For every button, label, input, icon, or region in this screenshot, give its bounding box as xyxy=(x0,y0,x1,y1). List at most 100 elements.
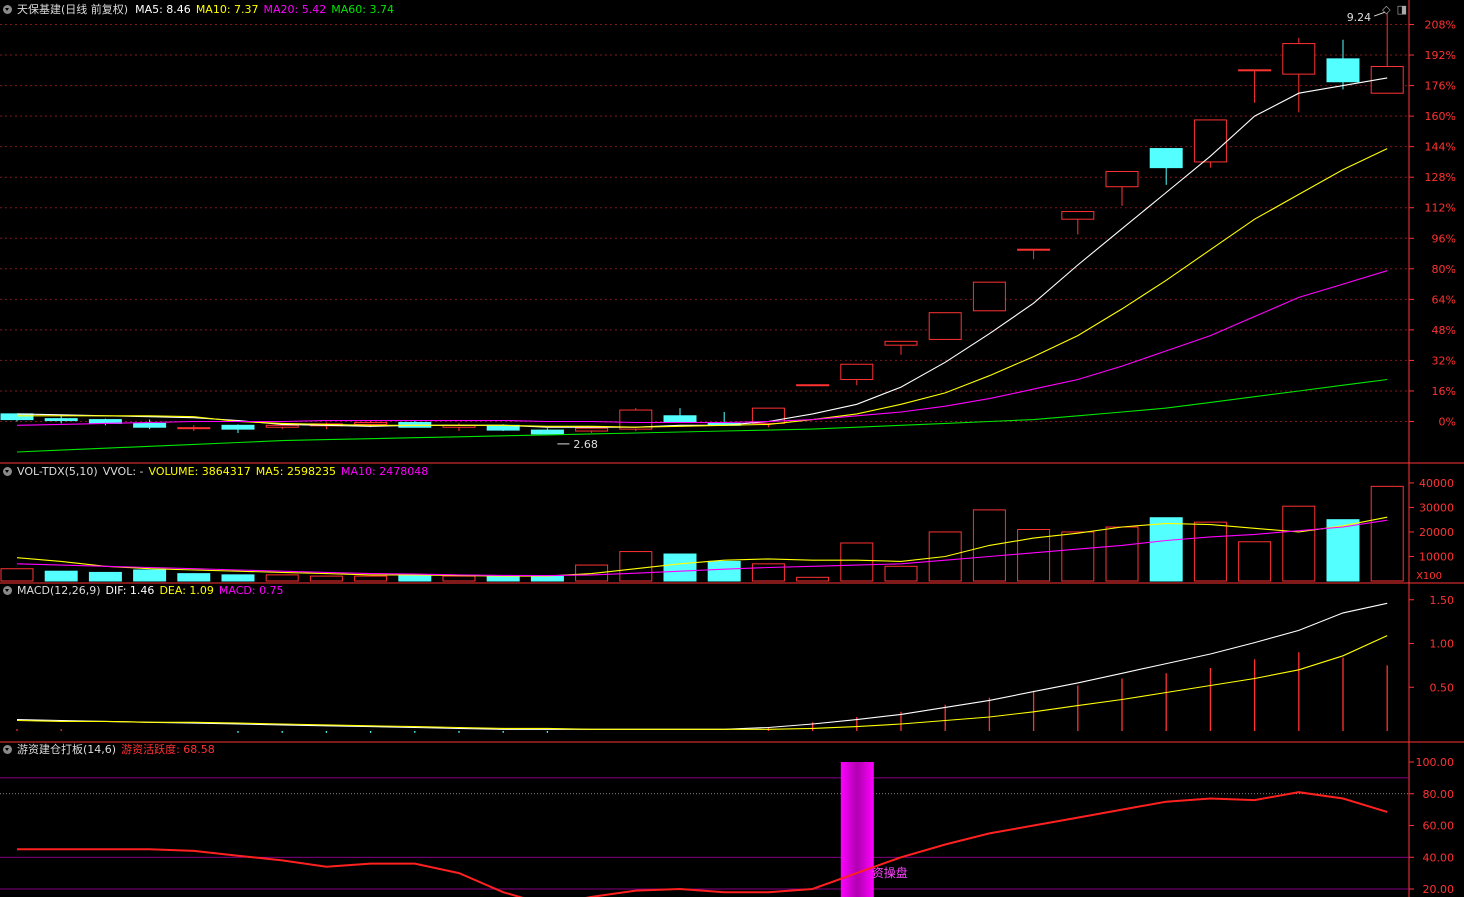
vol-unit-label: X100 xyxy=(1416,571,1442,582)
price-tick-label: 96% xyxy=(1432,232,1456,245)
price-tick-label: 64% xyxy=(1432,293,1456,306)
legend-ma60: MA60: 3.74 xyxy=(331,3,394,16)
candle-body xyxy=(354,421,388,425)
macd-value: MACD: 0.75 xyxy=(218,584,284,597)
volume-bar xyxy=(530,575,564,582)
price-tick-label: 0% xyxy=(1439,416,1456,429)
vol-volume: VOLUME: 3864317 xyxy=(148,465,251,478)
indicator-activity: 游资活跃度: 68.58 xyxy=(121,743,215,756)
indicator-tick-label: 20.00 xyxy=(1423,883,1455,896)
dea-line xyxy=(16,635,1388,730)
legend-ma20: MA20: 5.42 xyxy=(263,3,327,16)
candle-body xyxy=(1238,69,1272,72)
volume-bar xyxy=(309,575,343,582)
volume-bar xyxy=(1149,517,1183,582)
candle-body xyxy=(1326,58,1360,83)
price-tick-label: 80% xyxy=(1432,263,1456,276)
high-price-label: 9.24 xyxy=(1347,11,1372,24)
volume-bar xyxy=(663,553,697,582)
ma5-line xyxy=(16,77,1388,428)
vol-name: VOL-TDX(5,10) xyxy=(17,465,98,478)
volume-bar xyxy=(486,575,520,582)
candle-body xyxy=(1105,170,1139,188)
volume-bar xyxy=(1193,521,1227,582)
macd-tick-label: 0.50 xyxy=(1430,681,1455,694)
indicator-tick-label: 40.00 xyxy=(1423,851,1455,864)
vol-ma5: MA5: 2598235 xyxy=(255,465,336,478)
vol-tick-label: 20000 xyxy=(1419,526,1454,539)
candle-body xyxy=(133,422,167,428)
macd-dea: DEA: 1.09 xyxy=(159,584,214,597)
volume-bar xyxy=(751,563,785,582)
indicator-tick-label: 80.00 xyxy=(1423,788,1455,801)
macd-panel-header: MACD(12,26,9) DIF: 1.46 DEA: 1.09 MACD: 0.7… xyxy=(0,583,289,599)
volume-bar xyxy=(1238,541,1272,582)
candle-body xyxy=(796,384,830,387)
price-tick-label: 208% xyxy=(1425,19,1456,32)
candle-body xyxy=(1282,43,1316,75)
vol-icon[interactable] xyxy=(3,466,12,476)
volume-bar xyxy=(221,574,255,582)
vol-tick-label: 10000 xyxy=(1419,550,1454,563)
macd-dif: DIF: 1.46 xyxy=(105,584,155,597)
candle-body xyxy=(265,424,299,428)
candle-body xyxy=(575,427,609,432)
candle-body xyxy=(840,363,874,381)
candle-body xyxy=(884,340,918,346)
indicator-tick-label: 100.00 xyxy=(1416,756,1455,769)
volume-bar xyxy=(575,564,609,582)
volume-bar xyxy=(177,573,211,582)
volume-bar xyxy=(1105,526,1139,582)
candle-body xyxy=(928,312,962,340)
vol-panel-header: VOL-TDX(5,10) VVOL: - VOLUME: 3864317 MA5: … xyxy=(0,464,433,480)
price-tick-label: 48% xyxy=(1432,324,1456,337)
legend-ma10: MA10: 7.37 xyxy=(195,3,259,16)
price-tick-label: 192% xyxy=(1425,49,1456,62)
volume-bar xyxy=(354,575,388,582)
candle-body xyxy=(221,424,255,430)
candle-body xyxy=(663,415,697,423)
vol-tick-label: 30000 xyxy=(1419,501,1454,514)
price-tick-label: 112% xyxy=(1425,202,1456,215)
diamond-icon[interactable]: ◇ xyxy=(1382,3,1390,16)
volume-bar xyxy=(840,542,874,582)
volume-bar xyxy=(1061,531,1095,582)
volume-bar xyxy=(133,569,167,582)
volume-bar xyxy=(398,574,432,582)
volume-bar xyxy=(44,570,78,582)
title-icon[interactable] xyxy=(3,4,12,14)
candle-body xyxy=(1061,211,1095,220)
volume-bar xyxy=(619,551,653,582)
dif-line xyxy=(16,602,1388,730)
indicator-tick-label: 60.00 xyxy=(1423,820,1455,833)
price-tick-label: 32% xyxy=(1432,354,1456,367)
volume-bar xyxy=(1282,505,1316,582)
indicator-icon[interactable] xyxy=(3,744,12,754)
volume-bar xyxy=(1326,519,1360,582)
activity-line xyxy=(17,791,1388,897)
macd-tick-label: 1.00 xyxy=(1430,638,1455,651)
ma20-line xyxy=(16,270,1388,426)
stock-chart[interactable]: 0% 16% 32% 48% 64% 80% 96% 112% 128% 144% 160% 176%… xyxy=(0,0,1464,897)
low-price-label: 2.68 xyxy=(573,438,598,451)
price-tick-label: 144% xyxy=(1425,141,1456,154)
volume-bar xyxy=(707,560,741,582)
candle-body xyxy=(177,427,211,430)
stock-title: 天保基建(日线 前复权) xyxy=(17,3,129,16)
macd-name: MACD(12,26,9) xyxy=(17,584,101,597)
window-icon[interactable]: ◨ xyxy=(1397,3,1407,16)
operation-label: 资操盘 xyxy=(872,865,908,880)
macd-tick-label: 1.50 xyxy=(1430,594,1455,607)
volume-bar xyxy=(796,576,830,582)
candle-body xyxy=(1017,248,1051,251)
volume-bar xyxy=(88,571,122,582)
candle-body xyxy=(1149,148,1183,169)
macd-icon[interactable] xyxy=(3,585,12,595)
legend-ma5: MA5: 8.46 xyxy=(135,3,191,16)
ma10-line xyxy=(17,148,1388,428)
candle-body xyxy=(972,281,1006,312)
volume-bar xyxy=(884,565,918,582)
ma60-line xyxy=(16,378,1388,453)
volume-bar xyxy=(1370,485,1404,582)
candle-body xyxy=(0,413,34,421)
